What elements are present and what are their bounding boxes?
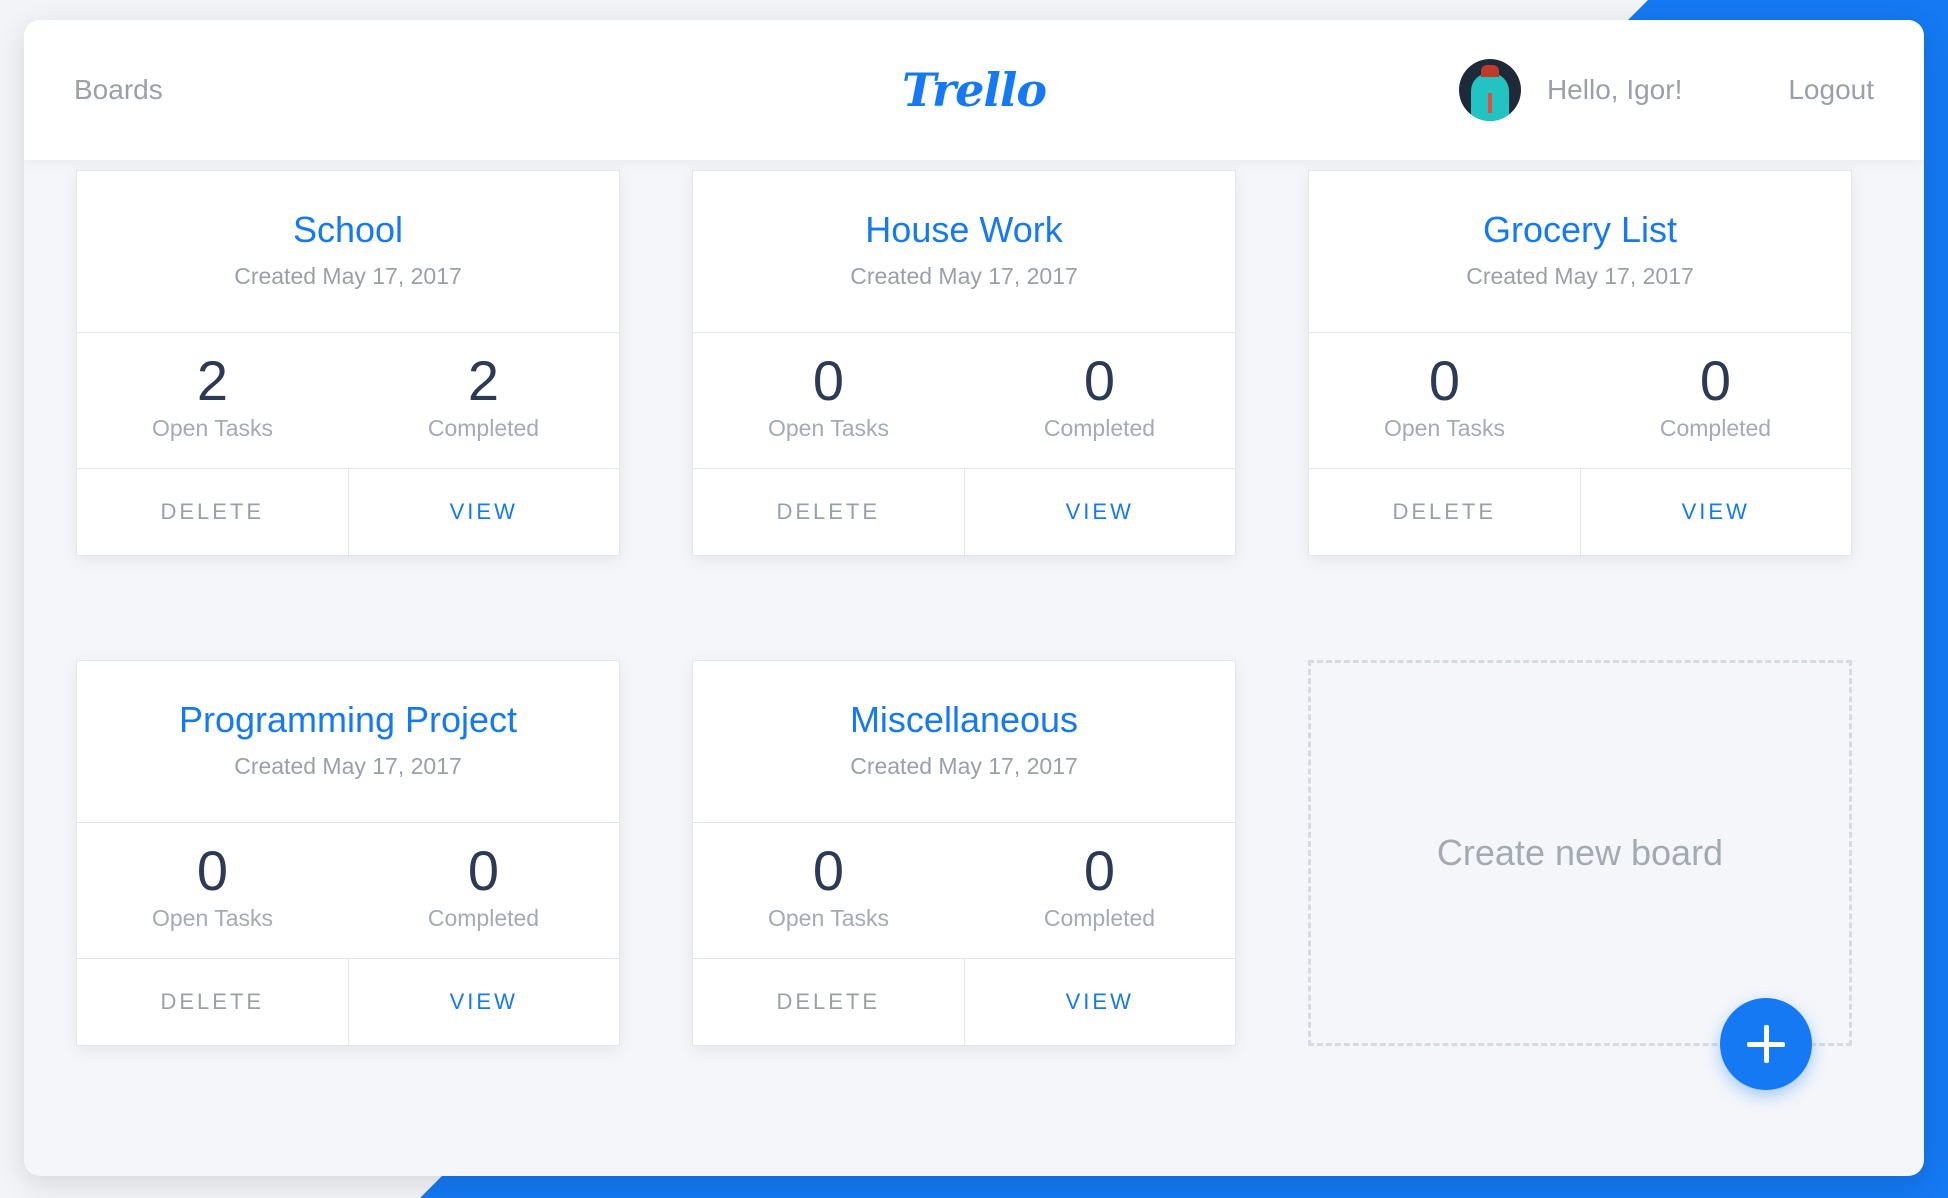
app-window: Boards Trello Hello, Igor! Logout School… [24,20,1924,1176]
board-card-header: Programming Project Created May 17, 2017 [77,661,619,823]
view-board-button[interactable]: VIEW [349,469,620,555]
open-tasks-stat: 0 Open Tasks [1309,333,1580,468]
board-actions: DELETE VIEW [1309,469,1851,555]
completed-stat: 0 Completed [964,823,1235,958]
user-greeting: Hello, Igor! [1546,74,1683,105]
avatar-hat-shape [1480,65,1499,77]
avatar-tie-shape [1487,93,1492,113]
board-stats: 0 Open Tasks 0 Completed [693,333,1235,469]
board-card-header: School Created May 17, 2017 [77,171,619,333]
board-title[interactable]: Grocery List [1309,171,1851,251]
board-title[interactable]: Miscellaneous [693,661,1235,741]
board-title[interactable]: School [77,171,619,251]
board-card-grocery-list: Grocery List Created May 17, 2017 0 Open… [1308,170,1852,556]
board-stats: 0 Open Tasks 0 Completed [693,823,1235,959]
board-created-date: Created May 17, 2017 [234,753,462,779]
completed-stat: 2 Completed [348,333,619,468]
view-board-button[interactable]: VIEW [965,959,1236,1045]
open-tasks-count: 0 [812,349,845,412]
open-tasks-stat: 0 Open Tasks [693,823,964,958]
board-card-header: House Work Created May 17, 2017 [693,171,1235,333]
completed-stat: 0 Completed [1580,333,1851,468]
open-tasks-count: 0 [1428,349,1461,412]
board-created-date: Created May 17, 2017 [850,753,1078,779]
completed-count: 2 [467,349,500,412]
delete-board-button[interactable]: DELETE [1309,469,1581,555]
board-title[interactable]: House Work [693,171,1235,251]
board-card-school: School Created May 17, 2017 2 Open Tasks… [76,170,620,556]
completed-label: Completed [1043,905,1156,931]
completed-count: 0 [1083,839,1116,902]
board-card-header: Miscellaneous Created May 17, 2017 [693,661,1235,823]
completed-label: Completed [427,905,540,931]
board-stats: 0 Open Tasks 0 Completed [77,823,619,959]
view-board-button[interactable]: VIEW [349,959,620,1045]
create-new-board-label: Create new board [1436,832,1724,873]
view-board-button[interactable]: VIEW [1581,469,1852,555]
completed-label: Completed [427,415,540,441]
board-actions: DELETE VIEW [77,959,619,1045]
open-tasks-label: Open Tasks [151,415,274,441]
boards-nav-link[interactable]: Boards [74,74,163,106]
add-board-button[interactable] [1720,998,1812,1090]
board-actions: DELETE VIEW [77,469,619,555]
board-title[interactable]: Programming Project [77,661,619,741]
delete-board-button[interactable]: DELETE [693,469,965,555]
board-stats: 0 Open Tasks 0 Completed [1309,333,1851,469]
board-created-date: Created May 17, 2017 [1466,263,1694,289]
create-new-board-tile[interactable]: Create new board [1308,660,1852,1046]
open-tasks-stat: 2 Open Tasks [77,333,348,468]
delete-board-button[interactable]: DELETE [77,469,349,555]
board-card-header: Grocery List Created May 17, 2017 [1309,171,1851,333]
completed-stat: 0 Completed [348,823,619,958]
open-tasks-label: Open Tasks [151,905,274,931]
completed-label: Completed [1043,415,1156,441]
delete-board-button[interactable]: DELETE [77,959,349,1045]
board-card-house-work: House Work Created May 17, 2017 0 Open T… [692,170,1236,556]
open-tasks-label: Open Tasks [1383,415,1506,441]
logout-link[interactable]: Logout [1788,74,1874,106]
open-tasks-label: Open Tasks [767,905,890,931]
board-created-date: Created May 17, 2017 [234,263,462,289]
top-header: Boards Trello Hello, Igor! Logout [24,20,1924,160]
view-board-button[interactable]: VIEW [965,469,1236,555]
completed-count: 0 [1699,349,1732,412]
board-stats: 2 Open Tasks 2 Completed [77,333,619,469]
trello-logo[interactable]: Trello [902,63,1047,117]
board-card-programming-project: Programming Project Created May 17, 2017… [76,660,620,1046]
completed-count: 0 [1083,349,1116,412]
open-tasks-count: 0 [196,839,229,902]
board-actions: DELETE VIEW [693,469,1235,555]
open-tasks-count: 0 [812,839,845,902]
completed-label: Completed [1659,415,1772,441]
board-actions: DELETE VIEW [693,959,1235,1045]
open-tasks-count: 2 [196,349,229,412]
board-created-date: Created May 17, 2017 [850,263,1078,289]
completed-stat: 0 Completed [964,333,1235,468]
avatar[interactable] [1458,59,1521,121]
plus-icon-vertical-bar [1763,1025,1769,1063]
open-tasks-stat: 0 Open Tasks [693,333,964,468]
user-area: Hello, Igor! Logout [1458,59,1874,121]
open-tasks-stat: 0 Open Tasks [77,823,348,958]
open-tasks-label: Open Tasks [767,415,890,441]
completed-count: 0 [467,839,500,902]
delete-board-button[interactable]: DELETE [693,959,965,1045]
board-card-miscellaneous: Miscellaneous Created May 17, 2017 0 Ope… [692,660,1236,1046]
